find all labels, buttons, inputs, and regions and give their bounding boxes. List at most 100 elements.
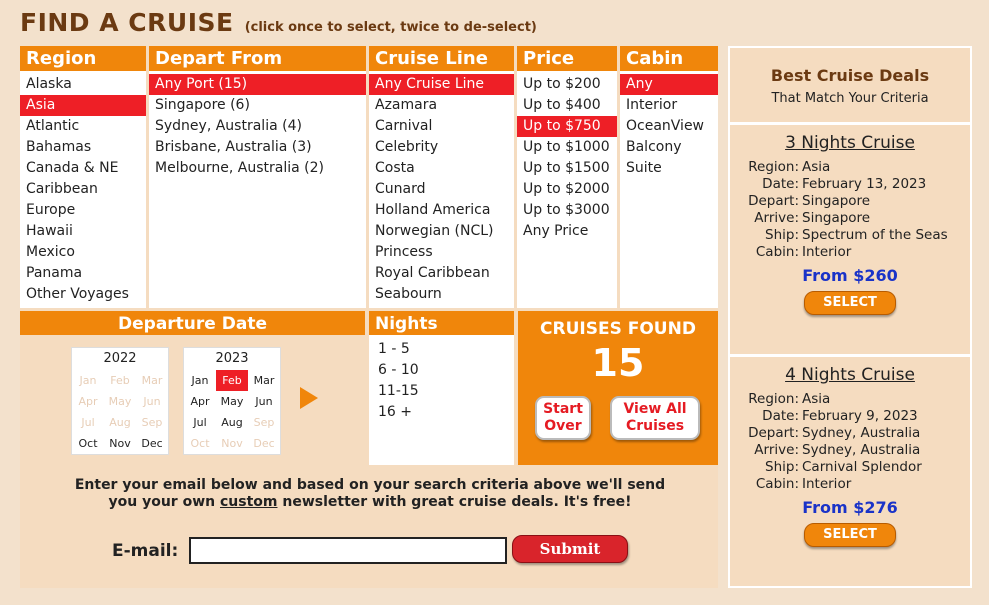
depart-option[interactable]: Singapore (6) xyxy=(149,95,366,116)
cruises-found-label: CRUISES FOUND xyxy=(540,319,696,339)
line-option[interactable]: Celebrity xyxy=(369,137,514,158)
field-label: Arrive: xyxy=(754,442,799,458)
field-label: Cabin: xyxy=(755,476,799,492)
cabin-option[interactable]: Suite xyxy=(620,158,718,179)
month-cell[interactable]: Jun xyxy=(248,391,280,412)
region-option[interactable]: Canada & NE xyxy=(20,158,146,179)
nights-option[interactable]: 1 - 5 xyxy=(369,339,514,360)
cruises-found-count: 15 xyxy=(591,341,645,385)
region-option[interactable]: Asia xyxy=(20,95,146,116)
line-list: Any Cruise Line Azamara Carnival Celebrity C… xyxy=(369,71,514,305)
line-option[interactable]: Royal Caribbean xyxy=(369,263,514,284)
month-cell[interactable]: Dec xyxy=(136,433,168,454)
cruise-title-link[interactable]: 3 Nights Cruise xyxy=(730,133,970,153)
cabin-option[interactable]: Interior xyxy=(620,95,718,116)
line-option[interactable]: Holland America xyxy=(369,200,514,221)
line-option[interactable]: Carnival xyxy=(369,116,514,137)
cabin-option[interactable]: OceanView xyxy=(620,116,718,137)
deals-title: Best Cruise Deals xyxy=(770,66,930,85)
line-option[interactable]: Seabourn xyxy=(369,284,514,305)
nights-option[interactable]: 11-15 xyxy=(369,381,514,402)
month-cell[interactable]: Jul xyxy=(184,412,216,433)
month-cell: Jul xyxy=(81,416,95,429)
month-cell: Jun xyxy=(143,395,161,408)
region-option[interactable]: Alaska xyxy=(20,74,146,95)
price-option[interactable]: Up to $750 xyxy=(517,116,617,137)
calendar-year: 2023 xyxy=(215,351,249,366)
cabin-list: Any Interior OceanView Balcony Suite xyxy=(620,71,718,179)
region-option[interactable]: Caribbean xyxy=(20,179,146,200)
email-field[interactable] xyxy=(189,537,507,564)
nights-option[interactable]: 6 - 10 xyxy=(369,360,514,381)
region-option[interactable]: Other Voyages xyxy=(20,284,146,305)
month-cell[interactable]: Mar xyxy=(248,370,280,391)
depart-option[interactable]: Any Port (15) xyxy=(149,74,366,95)
title-text: FIND A CRUISE xyxy=(20,8,234,37)
field-value: Interior xyxy=(802,244,852,260)
region-option[interactable]: Europe xyxy=(20,200,146,221)
field-value: Asia xyxy=(802,159,831,175)
deal-card: 4 Nights Cruise Region: Asia Date: February … xyxy=(730,357,970,586)
depart-option[interactable]: Brisbane, Australia (3) xyxy=(149,137,366,158)
view-all-cruises-button[interactable]: View All Cruises xyxy=(610,396,700,440)
line-option[interactable]: Norwegian (NCL) xyxy=(369,221,514,242)
line-header: Cruise Line xyxy=(369,46,514,71)
nights-option[interactable]: 16 + xyxy=(369,402,514,423)
cruise-info-row: Cabin: Interior xyxy=(730,476,970,493)
depart-option[interactable]: Sydney, Australia (4) xyxy=(149,116,366,137)
price-option[interactable]: Up to $1000 xyxy=(517,137,617,158)
price-option[interactable]: Up to $3000 xyxy=(517,200,617,221)
cabin-option[interactable]: Balcony xyxy=(620,137,718,158)
email-label: E-mail: xyxy=(112,541,179,561)
price-option[interactable]: Up to $2000 xyxy=(517,179,617,200)
cruise-info: Region: Asia Date: February 9, 2023 Depart: S… xyxy=(730,391,970,493)
deals-sidebar: Best Cruise Deals That Match Your Criter… xyxy=(728,46,972,588)
region-option[interactable]: Mexico xyxy=(20,242,146,263)
region-option[interactable]: Panama xyxy=(20,263,146,284)
price-option[interactable]: Any Price xyxy=(517,221,617,242)
submit-button[interactable]: Submit xyxy=(512,535,628,563)
depart-column: Depart From Any Port (15) Singapore (6) Sy… xyxy=(149,46,366,308)
depart-option[interactable]: Melbourne, Australia (2) xyxy=(149,158,366,179)
deals-subtitle: That Match Your Criteria xyxy=(771,91,929,106)
region-option[interactable]: Atlantic xyxy=(20,116,146,137)
month-grid: Jan Feb Mar Apr May Jun Jul Aug Sep Oct Nov Dec xyxy=(72,370,168,454)
select-cruise-button[interactable]: SELECT xyxy=(804,523,896,547)
next-arrow-icon[interactable] xyxy=(300,387,318,409)
field-label: Date: xyxy=(762,176,799,192)
price-option[interactable]: Up to $400 xyxy=(517,95,617,116)
region-option[interactable]: Bahamas xyxy=(20,137,146,158)
line-option[interactable]: Azamara xyxy=(369,95,514,116)
month-cell[interactable]: Apr xyxy=(184,391,216,412)
line-option[interactable]: Cunard xyxy=(369,179,514,200)
line-option[interactable]: Any Cruise Line xyxy=(369,74,514,95)
cruise-title-link[interactable]: 4 Nights Cruise xyxy=(730,365,970,385)
cruise-info-row: Arrive: Singapore xyxy=(730,210,970,227)
field-label: Ship: xyxy=(765,459,799,475)
depart-list: Any Port (15) Singapore (6) Sydney, Austra… xyxy=(149,71,366,179)
cruise-info-row: Date: February 13, 2023 xyxy=(730,176,970,193)
month-cell[interactable]: Oct xyxy=(72,433,104,454)
region-option[interactable]: Hawaii xyxy=(20,221,146,242)
line-option[interactable]: Princess xyxy=(369,242,514,263)
newsletter-custom-word: custom xyxy=(219,494,278,510)
cabin-option[interactable]: Any xyxy=(620,74,718,95)
price-option[interactable]: Up to $200 xyxy=(517,74,617,95)
depart-header: Depart From xyxy=(149,46,366,71)
line-option[interactable]: Costa xyxy=(369,158,514,179)
start-over-button[interactable]: Start Over xyxy=(535,396,591,440)
month-cell[interactable]: Nov xyxy=(104,433,136,454)
field-value: Singapore xyxy=(802,210,871,226)
field-label: Depart: xyxy=(748,193,799,209)
month-cell[interactable]: May xyxy=(216,391,248,412)
field-label: Depart: xyxy=(748,425,799,441)
field-value: Singapore xyxy=(802,193,871,209)
field-label: Region: xyxy=(748,391,799,407)
select-cruise-button[interactable]: SELECT xyxy=(804,291,896,315)
search-panel: Region Alaska Asia Atlantic Bahamas Canada &… xyxy=(20,46,718,588)
month-cell[interactable]: Jan xyxy=(184,370,216,391)
price-option[interactable]: Up to $1500 xyxy=(517,158,617,179)
price-header: Price xyxy=(517,46,617,71)
month-cell[interactable]: Feb xyxy=(216,370,248,391)
month-cell[interactable]: Aug xyxy=(216,412,248,433)
